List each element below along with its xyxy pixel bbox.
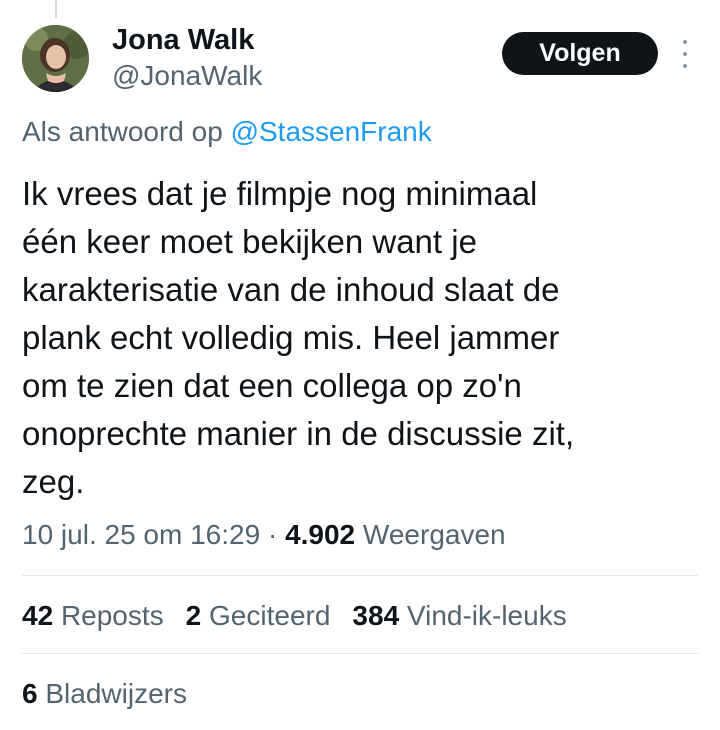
thread-connector-line xyxy=(55,0,57,18)
timestamp[interactable]: 10 jul. 25 om 16:29 xyxy=(22,519,260,550)
bookmarks-stat[interactable]: 6 Bladwijzers xyxy=(22,676,187,712)
tweet-meta: 10 jul. 25 om 16:29 · 4.902 Weergaven xyxy=(22,517,506,553)
reply-prefix: Als antwoord op xyxy=(22,116,223,147)
reply-context: Als antwoord op @StassenFrank xyxy=(22,114,432,150)
avatar-image xyxy=(22,25,89,92)
tweet-text: Ik vrees dat je filmpje nog minimaal één… xyxy=(22,170,682,506)
views-label: Weergaven xyxy=(362,519,506,550)
bookmarks-label: Bladwijzers xyxy=(45,678,187,709)
quotes-label: Geciteerd xyxy=(209,600,331,631)
more-vertical-icon[interactable] xyxy=(676,40,694,68)
more-dot xyxy=(683,40,687,44)
stats-row: 42 Reposts 2 Geciteerd 384 Vind-ik-leuks xyxy=(22,598,589,634)
tweet-text-line: karakterisatie van de inhoud slaat de xyxy=(22,271,560,308)
divider xyxy=(22,575,698,576)
likes-count: 384 xyxy=(352,600,400,631)
likes-label: Vind-ik-leuks xyxy=(406,600,567,631)
author-handle[interactable]: @JonaWalk xyxy=(112,58,262,94)
author-name[interactable]: Jona Walk xyxy=(112,22,254,58)
quotes-stat[interactable]: 2 Geciteerd xyxy=(186,598,331,634)
reposts-stat[interactable]: 42 Reposts xyxy=(22,598,164,634)
reply-handle-link[interactable]: @StassenFrank xyxy=(231,116,432,147)
reposts-count: 42 xyxy=(22,600,54,631)
views-count: 4.902 xyxy=(285,519,356,550)
tweet-text-line: Ik vrees dat je filmpje nog minimaal xyxy=(22,175,538,212)
tweet-text-line: onoprechte manier in de discussie zit, xyxy=(22,415,575,452)
reposts-label: Reposts xyxy=(60,600,164,631)
tweet-text-line: om te zien dat een collega op zo'n xyxy=(22,367,522,404)
tweet-text-line: één keer moet bekijken want je xyxy=(22,223,477,260)
divider xyxy=(22,653,698,654)
tweet-text-line: zeg. xyxy=(22,463,85,500)
avatar[interactable] xyxy=(22,25,89,92)
more-dot xyxy=(683,52,687,56)
quotes-count: 2 xyxy=(185,600,202,631)
likes-stat[interactable]: 384 Vind-ik-leuks xyxy=(352,598,566,634)
tweet-text-line: plank echt volledig mis. Heel jammer xyxy=(22,319,560,356)
meta-separator: · xyxy=(267,519,278,550)
more-dot xyxy=(683,64,687,68)
bookmarks-count: 6 xyxy=(22,678,38,709)
follow-button[interactable]: Volgen xyxy=(502,32,658,75)
